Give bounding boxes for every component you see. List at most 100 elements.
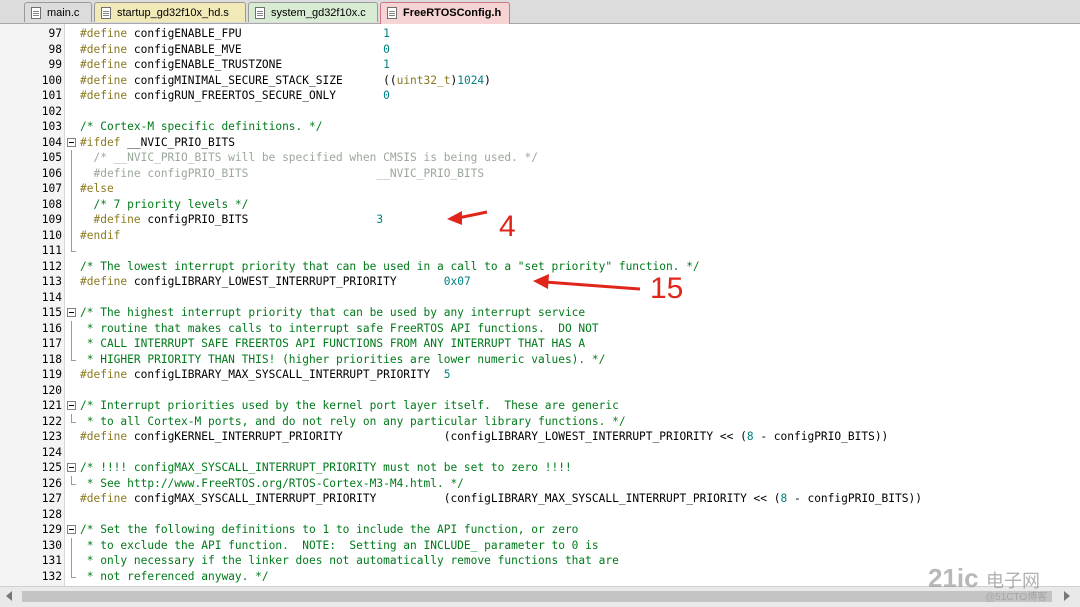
code-token: #define — [80, 58, 128, 71]
code-token: #define — [80, 27, 128, 40]
fold-toggle-icon[interactable] — [67, 305, 76, 321]
tab-startup-s[interactable]: startup_gd32f10x_hd.s — [94, 2, 246, 22]
fold-guide — [67, 227, 76, 244]
line-number: 100 — [41, 73, 62, 87]
fold-guide — [67, 196, 76, 213]
tab-freertosconfig-h[interactable]: FreeRTOSConfig.h — [380, 2, 510, 24]
line-number: 122 — [41, 414, 62, 428]
code-line[interactable]: 97 #define configENABLE_FPU 1 — [0, 26, 1080, 42]
fold-guide — [67, 568, 76, 585]
code-token: #define — [80, 42, 128, 56]
annotation-value-4: 4 — [499, 210, 516, 243]
code-line[interactable]: 127 #define configMAX_SYSCALL_INTERRUPT_P… — [0, 491, 1080, 507]
code-line[interactable]: 124 — [0, 445, 1080, 461]
code-line[interactable]: 98 #define configENABLE_MVE 0 — [0, 42, 1080, 58]
code-text: /* !!!! configMAX_SYSCALL_INTERRUPT_PRIO… — [80, 460, 572, 476]
code-line[interactable]: 115 /* The highest interrupt priority tha… — [0, 305, 1080, 321]
code-token: configLIBRARY_LOWEST_INTERRUPT_PRIORITY — [127, 275, 444, 288]
code-token: configENABLE_MVE — [127, 42, 384, 56]
code-token: * only necessary if the linker does not … — [80, 554, 619, 567]
code-line[interactable]: 101 #define configRUN_FREERTOS_SECURE_ONL… — [0, 88, 1080, 104]
scrollbar-thumb[interactable] — [22, 591, 1052, 602]
annotation-value-15: 15 — [650, 272, 684, 305]
code-token: /* Interrupt priorities used by the kern… — [80, 399, 619, 412]
line-number: 127 — [41, 492, 62, 505]
code-line[interactable]: 109 #define configPRIO_BITS 3 — [0, 212, 1080, 228]
tab-label: system_gd32f10x.c — [271, 7, 366, 19]
code-token: 3 — [376, 213, 384, 226]
code-text: #ifdef __NVIC_PRIO_BITS — [80, 135, 235, 151]
code-token: configKERNEL_INTERRUPT_PRIORITY (configL… — [127, 430, 747, 443]
code-line[interactable]: 104 #ifdef __NVIC_PRIO_BITS — [0, 135, 1080, 151]
code-line[interactable]: 128 — [0, 507, 1080, 523]
code-line[interactable]: 118 * HIGHER PRIORITY THAN THIS! (higher… — [0, 351, 1080, 368]
code-line[interactable]: 110 #endif — [0, 227, 1080, 244]
code-text: * not referenced anyway. */ — [80, 569, 269, 585]
line-number: 98 — [48, 42, 62, 56]
code-text: #define configRUN_FREERTOS_SECURE_ONLY 0 — [80, 88, 390, 104]
fold-guide — [67, 320, 76, 337]
code-text: #define configMINIMAL_SECURE_STACK_SIZE … — [80, 73, 491, 89]
code-text: * to exclude the API function. NOTE: Set… — [80, 538, 599, 554]
code-line[interactable]: 114 — [0, 290, 1080, 306]
code-token: configMINIMAL_SECURE_STACK_SIZE (( — [127, 73, 397, 87]
code-line[interactable]: 132 * not referenced anyway. */ — [0, 568, 1080, 585]
code-editor[interactable]: 97 #define configENABLE_FPU 1 98 #define co… — [0, 24, 1080, 586]
code-line[interactable]: 107 #else — [0, 181, 1080, 197]
fold-toggle-icon[interactable] — [67, 135, 76, 151]
horizontal-scrollbar[interactable] — [0, 586, 1080, 607]
code-line[interactable]: 120 — [0, 383, 1080, 399]
line-number: 132 — [41, 569, 62, 583]
code-line[interactable]: 121 /* Interrupt priorities used by the k… — [0, 398, 1080, 414]
code-line[interactable]: 105 /* __NVIC_PRIO_BITS will be specifie… — [0, 150, 1080, 166]
code-line[interactable]: 126 * See http://www.FreeRTOS.org/RTOS-C… — [0, 475, 1080, 492]
code-text: * CALL INTERRUPT SAFE FREERTOS API FUNCT… — [80, 336, 585, 352]
code-text: * routine that makes calls to interrupt … — [80, 321, 599, 337]
line-number: 111 — [41, 244, 62, 257]
code-token: * CALL INTERRUPT SAFE FREERTOS API FUNCT… — [80, 337, 586, 350]
tab-bar: main.c startup_gd32f10x_hd.s system_gd32… — [0, 0, 1080, 24]
code-token: 0x07 — [443, 275, 471, 288]
code-token: uint32_t — [396, 73, 451, 87]
line-number: 109 — [41, 213, 62, 226]
code-token: configMAX_SYSCALL_INTERRUPT_PRIORITY (co… — [127, 492, 781, 505]
fold-toggle-icon[interactable] — [67, 522, 76, 538]
code-line[interactable]: 103 /* Cortex-M specific definitions. */ — [0, 119, 1080, 135]
scroll-right-icon[interactable] — [1064, 591, 1070, 601]
scroll-left-icon[interactable] — [6, 591, 12, 601]
code-line[interactable]: 123 #define configKERNEL_INTERRUPT_PRIORI… — [0, 429, 1080, 445]
code-line[interactable]: 100 #define configMINIMAL_SECURE_STACK_SI… — [0, 73, 1080, 89]
code-line[interactable]: 99 #define configENABLE_TRUSTZONE 1 — [0, 57, 1080, 73]
code-text: #else — [80, 181, 114, 197]
code-text: #define configENABLE_MVE 0 — [80, 42, 390, 58]
tab-system-c[interactable]: system_gd32f10x.c — [248, 2, 378, 22]
code-line[interactable]: 112 /* The lowest interrupt priority that… — [0, 259, 1080, 275]
code-token: 5 — [443, 368, 451, 381]
code-text: #define configENABLE_FPU 1 — [80, 26, 390, 42]
fold-toggle-icon[interactable] — [67, 398, 76, 414]
code-text: /* 7 priority levels */ — [80, 197, 248, 213]
code-token: configRUN_FREERTOS_SECURE_ONLY — [127, 89, 384, 102]
code-line[interactable]: 106 #define configPRIO_BITS __NVIC_PRIO_… — [0, 165, 1080, 182]
code-line[interactable]: 129 /* Set the following definitions to 1… — [0, 522, 1080, 538]
code-line[interactable]: 122 * to all Cortex-M ports, and do not … — [0, 413, 1080, 430]
code-line[interactable]: 125 /* !!!! configMAX_SYSCALL_INTERRUPT_P… — [0, 460, 1080, 476]
code-line[interactable]: 116 * routine that makes calls to interr… — [0, 320, 1080, 337]
code-line[interactable]: 130 * to exclude the API function. NOTE:… — [0, 537, 1080, 554]
code-line[interactable]: 117 * CALL INTERRUPT SAFE FREERTOS API F… — [0, 336, 1080, 352]
code-line[interactable]: 108 /* 7 priority levels */ — [0, 196, 1080, 213]
fold-toggle-icon[interactable] — [67, 460, 76, 476]
line-number: 103 — [41, 120, 62, 133]
code-line[interactable]: 119 #define configLIBRARY_MAX_SYSCALL_INT… — [0, 367, 1080, 383]
code-token: /* The highest interrupt priority that c… — [80, 306, 586, 319]
code-line[interactable]: 113 #define configLIBRARY_LOWEST_INTERRUP… — [0, 274, 1080, 290]
code-text: * only necessary if the linker does not … — [80, 553, 619, 569]
fold-guide — [67, 165, 76, 182]
code-line[interactable]: 131 * only necessary if the linker does … — [0, 553, 1080, 569]
tab-main-c[interactable]: main.c — [24, 2, 92, 22]
line-number: 130 — [41, 538, 62, 552]
code-line[interactable]: 111 — [0, 243, 1080, 259]
line-number: 126 — [41, 476, 62, 490]
fold-guide — [67, 351, 76, 368]
code-line[interactable]: 102 — [0, 104, 1080, 120]
